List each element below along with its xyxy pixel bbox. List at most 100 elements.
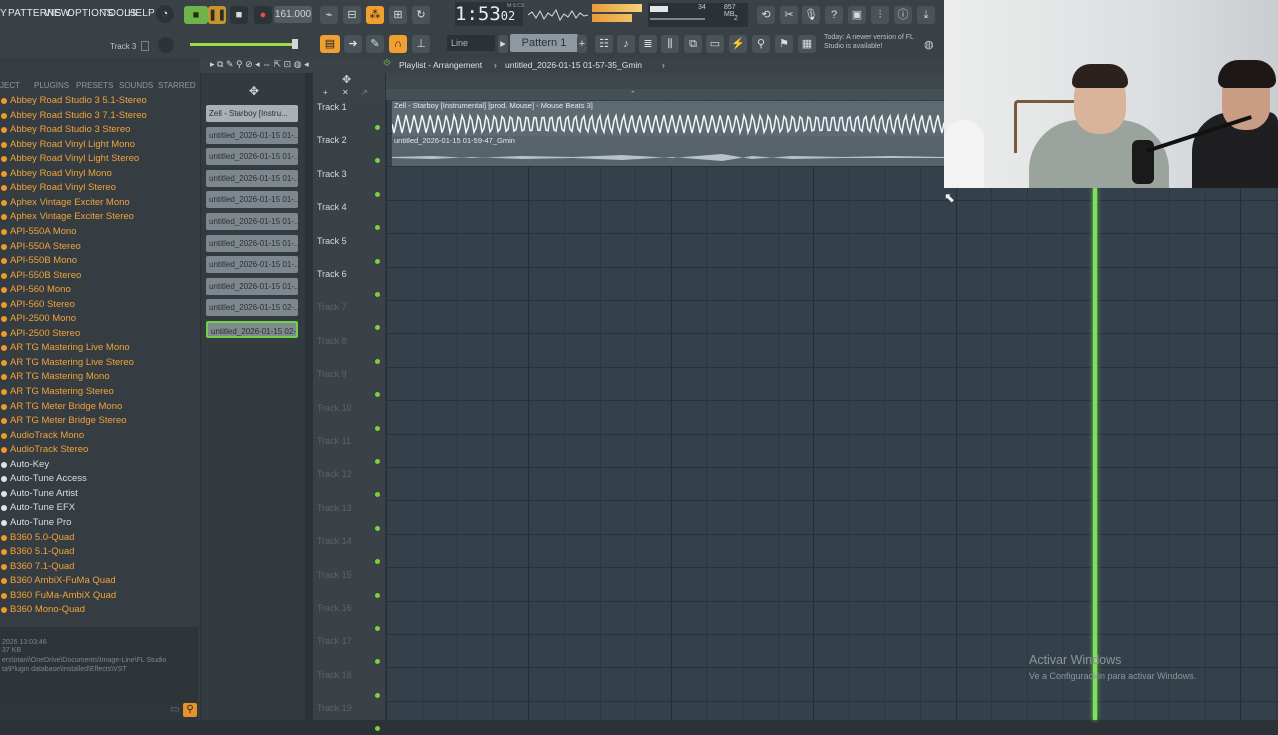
touch-keyboard-icon[interactable]: ⚲ (752, 35, 770, 53)
track-enable-led[interactable] (375, 325, 380, 331)
plugin-list-item[interactable]: AR TG Meter Bridge Mono (0, 401, 198, 415)
clip-source-item[interactable]: Zell - Starboy [Instru... (206, 105, 298, 122)
plugin-list-item[interactable]: API-560 Mono (0, 284, 198, 298)
arrange-move-icon[interactable]: ✥ (342, 73, 351, 86)
plugin-list-item[interactable]: AudioTrack Stereo (0, 444, 198, 458)
plugin-list-item[interactable]: Aphex Vintage Exciter Mono (0, 197, 198, 211)
track-name[interactable]: Track 6 (317, 269, 347, 279)
arrangement-grid[interactable] (386, 100, 1278, 720)
pitch-knob-icon[interactable] (158, 37, 174, 53)
globe-icon[interactable]: ◍ (924, 38, 934, 51)
plugin-list-item[interactable]: Auto-Tune Artist (0, 488, 198, 502)
plugin-list-item[interactable]: Auto-Tune EFX (0, 502, 198, 516)
browser-search-bar[interactable]: ▭ ⚲ (0, 703, 198, 720)
arrange-close-icon[interactable]: ✕ (342, 88, 349, 97)
track-name[interactable]: Track 12 (317, 469, 352, 479)
reset-icon[interactable]: ⟲ (757, 6, 775, 24)
plugin-list-item[interactable]: Abbey Road Vinyl Stereo (0, 182, 198, 196)
arrange-add-icon[interactable]: + (323, 88, 328, 97)
track-enable-led[interactable] (375, 659, 380, 665)
folder-icon[interactable]: ▭ (170, 704, 179, 715)
search-icon[interactable]: ⚲ (183, 703, 197, 717)
tab-starred[interactable]: STARRED (158, 81, 196, 90)
track-enable-led[interactable] (375, 191, 380, 197)
record-icon[interactable]: ● (254, 6, 272, 24)
blend-notes-icon[interactable]: ⊞ (389, 6, 407, 24)
track-enable-led[interactable] (375, 392, 380, 398)
track-name[interactable]: Track 11 (317, 436, 351, 446)
plugin-list-item[interactable]: API-560 Stereo (0, 299, 198, 313)
clip-source-item[interactable]: untitled_2026-01-15 01-... (206, 213, 298, 230)
plugin-list-item[interactable]: AR TG Mastering Mono (0, 371, 198, 385)
track-enable-led[interactable] (375, 125, 380, 130)
menu-help[interactable]: HELP (128, 8, 155, 19)
playlist-tools-icons[interactable]: ▸ ⧉ ✎ ⚲ ⊘ ◂ ⇔ ⇱ ⊡ ◍ ◂ (210, 59, 309, 70)
clip-source-item[interactable]: untitled_2026-01-15 02-... (206, 321, 298, 338)
piano-roll-icon[interactable]: ♪ (617, 35, 635, 53)
magnet-icon[interactable]: ∩ (389, 35, 407, 53)
track-enable-led[interactable] (375, 692, 380, 698)
track-name[interactable]: Track 19 (317, 703, 352, 713)
track-name[interactable]: Track 10 (317, 403, 352, 413)
track-name[interactable]: Track 1 (317, 102, 347, 112)
mixer-sliders-icon[interactable]: ⫶ (871, 6, 889, 24)
plugin-list-item[interactable]: API-550A Mono (0, 226, 198, 240)
plugin-list-item[interactable]: Auto-Tune Pro (0, 517, 198, 531)
audio-clip-starboy[interactable]: Zell - Starboy [Instrumental] [prod. Mou… (392, 101, 944, 136)
templates-icon[interactable]: ▦ (798, 35, 816, 53)
track-enable-led[interactable] (375, 492, 380, 498)
pattern-add-icon[interactable]: + (577, 35, 587, 53)
metronome-icon[interactable]: ⌁ (320, 6, 338, 24)
stop-icon[interactable]: ■ (230, 6, 248, 24)
track-enable-led[interactable] (375, 626, 380, 631)
track-name[interactable]: Track 4 (317, 202, 347, 212)
plugin-icon[interactable]: ⚡ (729, 35, 747, 53)
timeline-ruler[interactable]: ⌃ (386, 73, 944, 100)
song-pat-toggle[interactable]: ◼ (184, 6, 208, 24)
track-name[interactable]: Track 15 (317, 570, 352, 580)
plugin-list-item[interactable]: Auto-Key (0, 459, 198, 473)
pattern-prev-icon[interactable]: ▸ (498, 35, 508, 53)
clip-source-item[interactable]: untitled_2026-01-15 01-... (206, 277, 298, 295)
plugin-list-item[interactable]: AR TG Mastering Live Stereo (0, 357, 198, 371)
tools-icon[interactable]: ✂ (780, 6, 798, 24)
plugin-list-item[interactable]: AudioTrack Mono (0, 430, 198, 444)
track-enable-led[interactable] (375, 592, 380, 598)
mixer-icon[interactable]: ⫼ (661, 35, 679, 53)
track-name[interactable]: Track 9 (317, 369, 347, 379)
sampler-icon[interactable]: ⚑ (775, 35, 793, 53)
track-enable-led[interactable] (375, 525, 380, 531)
plugin-list-item[interactable]: Abbey Road Studio 3 7.1-Stereo (0, 110, 198, 124)
track-enable-led[interactable] (375, 726, 380, 732)
track-enable-led[interactable] (375, 158, 380, 164)
wait-input-icon[interactable]: ⊟ (343, 6, 361, 24)
playhead[interactable] (1093, 188, 1097, 720)
microphone-icon[interactable]: 🎙 (802, 6, 820, 24)
info-icon[interactable]: ⓘ (894, 6, 912, 24)
plugin-list-item[interactable]: API-550A Stereo (0, 241, 198, 255)
track-enable-led[interactable] (375, 292, 380, 297)
loop-record-icon[interactable]: ↻ (412, 6, 430, 24)
picker-move-icon[interactable]: ✥ (249, 84, 259, 98)
stamp-icon[interactable]: ⊥ (412, 35, 430, 53)
clip-source-item[interactable]: untitled_2026-01-15 01-... (206, 256, 298, 274)
clip-source-item[interactable]: untitled_2026-01-15 01-... (206, 191, 298, 209)
snap-select[interactable]: Line (447, 35, 495, 51)
download-icon[interactable]: ⤓ (917, 6, 935, 24)
tempo-display[interactable]: 161.000 (274, 6, 312, 23)
master-pitch-handle[interactable] (292, 39, 298, 49)
plugin-list-item[interactable]: B360 5.0-Quad (0, 532, 198, 546)
plugin-list-item[interactable]: B360 AmbiX-FuMa Quad (0, 575, 198, 589)
track-name[interactable]: Track 13 (317, 503, 352, 513)
plugin-list-item[interactable]: Abbey Road Studio 3 5.1-Stereo (0, 95, 198, 109)
countdown-icon[interactable]: ⁂ (366, 6, 384, 24)
master-volume-knob-icon[interactable]: ◔ (156, 5, 174, 23)
audio-clip-untitled[interactable]: untitled_2026-01-15 01-59-47_Gmin (392, 136, 944, 166)
clip-source-item[interactable]: untitled_2026-01-15 01-... (206, 148, 298, 166)
tab-sounds[interactable]: SOUNDS (119, 81, 153, 90)
plugin-list-item[interactable]: Abbey Road Vinyl Light Stereo (0, 153, 198, 167)
plugin-list-item[interactable]: B360 5.1-Quad (0, 546, 198, 560)
play-pause-icon[interactable]: ❚❚ (208, 6, 226, 24)
plugin-list-item[interactable]: Auto-Tune Access (0, 473, 198, 487)
track-name[interactable]: Track 18 (317, 670, 352, 680)
